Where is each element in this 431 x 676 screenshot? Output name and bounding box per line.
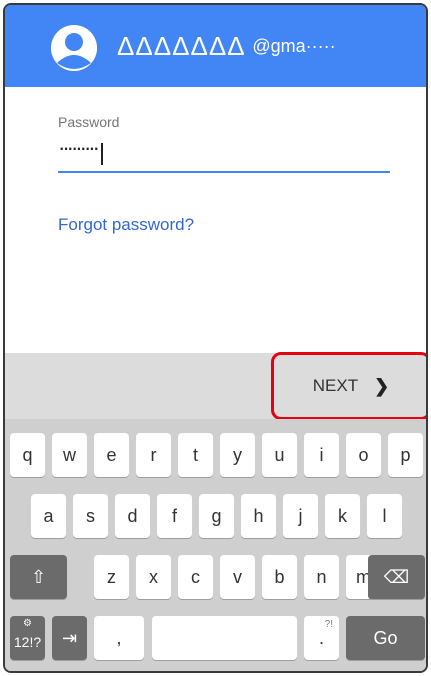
backspace-icon: ⌫	[383, 566, 410, 587]
period-key[interactable]: ?! .	[304, 616, 339, 660]
password-label: Password	[58, 114, 120, 130]
key-z[interactable]: z	[94, 555, 129, 599]
tab-icon: ⇥	[61, 627, 78, 648]
key-l[interactable]: l	[367, 494, 402, 538]
tab-key[interactable]: ⇥	[52, 616, 87, 660]
key-d[interactable]: d	[115, 494, 150, 538]
next-button[interactable]: NEXT ❯	[271, 352, 426, 420]
period-key-label: .	[318, 627, 324, 648]
key-y[interactable]: y	[220, 433, 255, 477]
key-q[interactable]: q	[10, 433, 45, 477]
period-key-hint: ?!	[324, 619, 333, 630]
person-icon	[51, 25, 97, 71]
password-input[interactable]: ·········	[58, 137, 390, 173]
shift-key[interactable]: ⇧	[10, 555, 67, 599]
key-r[interactable]: r	[136, 433, 171, 477]
shift-icon: ⇧	[30, 566, 47, 587]
symbols-key-label: 12!?	[13, 634, 42, 650]
key-s[interactable]: s	[73, 494, 108, 538]
account-email-suffix: @gma·····	[252, 36, 336, 56]
key-o[interactable]: o	[346, 433, 381, 477]
key-g[interactable]: g	[199, 494, 234, 538]
account-email: ΔΔΔΔΔΔΔ @gma·····	[117, 32, 336, 60]
key-j[interactable]: j	[283, 494, 318, 538]
key-b[interactable]: b	[262, 555, 297, 599]
password-value: ·········	[58, 135, 100, 160]
go-key-label: Go	[373, 627, 398, 648]
symbols-key[interactable]: ⚙ 12!?	[10, 616, 45, 660]
backspace-key[interactable]: ⌫	[368, 555, 425, 599]
key-e[interactable]: e	[94, 433, 129, 477]
key-p[interactable]: p	[388, 433, 423, 477]
chevron-right-icon: ❯	[374, 375, 390, 396]
gear-icon: ⚙	[23, 618, 32, 629]
comma-key[interactable]: ,	[94, 616, 144, 660]
key-u[interactable]: u	[262, 433, 297, 477]
on-screen-keyboard: q w e r t y u i o p a s d f g h j k l ⇧ …	[5, 419, 426, 671]
key-i[interactable]: i	[304, 433, 339, 477]
forgot-password-link[interactable]: Forgot password?	[58, 215, 194, 235]
key-c[interactable]: c	[178, 555, 213, 599]
key-w[interactable]: w	[52, 433, 87, 477]
key-k[interactable]: k	[325, 494, 360, 538]
key-h[interactable]: h	[241, 494, 276, 538]
next-button-label: NEXT	[312, 376, 359, 395]
key-n[interactable]: n	[304, 555, 339, 599]
phone-screen: ΔΔΔΔΔΔΔ @gma····· Password ········· For…	[3, 3, 428, 673]
key-a[interactable]: a	[31, 494, 66, 538]
key-x[interactable]: x	[136, 555, 171, 599]
account-header: ΔΔΔΔΔΔΔ @gma·····	[5, 5, 426, 87]
go-key[interactable]: Go	[346, 616, 425, 660]
account-name-text: ΔΔΔΔΔΔΔ	[117, 31, 245, 61]
key-t[interactable]: t	[178, 433, 213, 477]
space-key[interactable]	[152, 616, 297, 660]
key-f[interactable]: f	[157, 494, 192, 538]
text-caret	[100, 143, 103, 165]
key-v[interactable]: v	[220, 555, 255, 599]
